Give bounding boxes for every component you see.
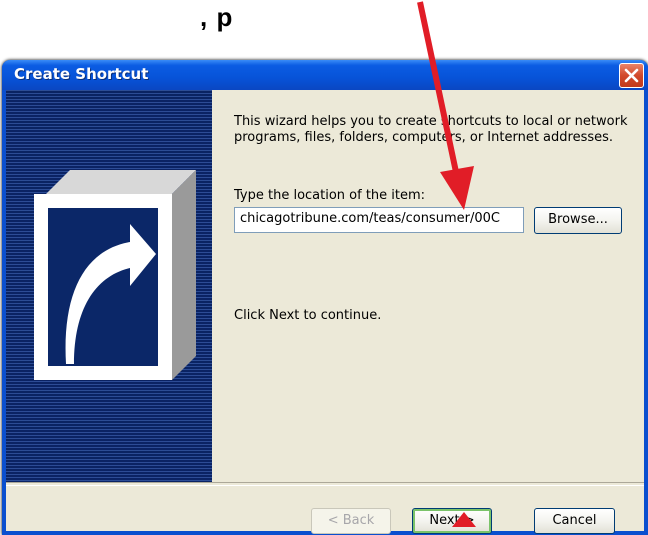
wizard-sidebar bbox=[6, 90, 212, 482]
top-caption: , p bbox=[200, 2, 234, 32]
location-input[interactable]: chicagotribune.com/teas/consumer/00C bbox=[234, 207, 524, 233]
wizard-description: This wizard helps you to create shortcut… bbox=[234, 114, 628, 145]
continue-instruction: Click Next to continue. bbox=[234, 308, 382, 323]
close-icon bbox=[624, 68, 639, 83]
close-button[interactable] bbox=[619, 63, 644, 88]
browse-button[interactable]: Browse... bbox=[534, 207, 622, 234]
window-title: Create Shortcut bbox=[14, 65, 149, 83]
title-bar: Create Shortcut bbox=[2, 60, 648, 90]
footer-divider bbox=[6, 482, 644, 486]
location-label: Type the location of the item: bbox=[234, 188, 426, 203]
cancel-button[interactable]: Cancel bbox=[534, 508, 615, 534]
wizard-content: This wizard helps you to create shortcut… bbox=[212, 90, 644, 482]
shortcut-arrow-icon bbox=[34, 170, 196, 380]
back-button[interactable]: < Back bbox=[311, 508, 391, 534]
next-button[interactable]: Next > bbox=[412, 508, 492, 534]
dialog-body: This wizard helps you to create shortcut… bbox=[6, 90, 644, 534]
create-shortcut-dialog: Create Shortcut This wizard helps you to… bbox=[2, 60, 648, 535]
